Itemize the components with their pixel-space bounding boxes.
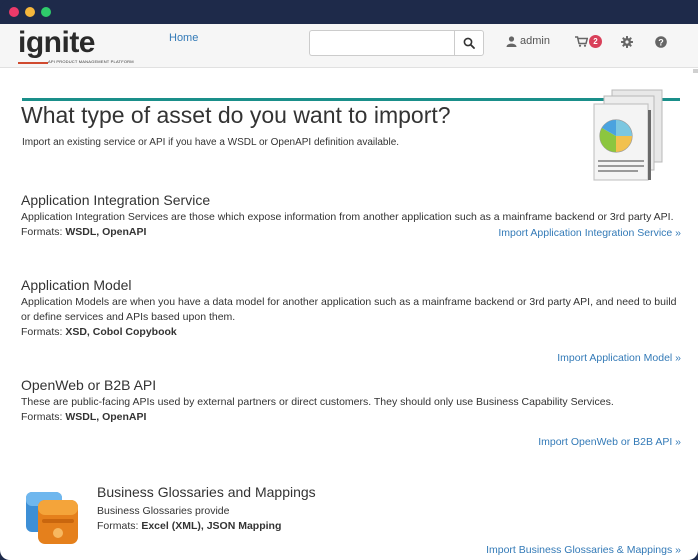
svg-text:?: ? bbox=[658, 37, 664, 47]
user-icon bbox=[506, 35, 517, 47]
section-title: OpenWeb or B2B API bbox=[21, 377, 157, 393]
search-button[interactable] bbox=[454, 30, 484, 56]
window-titlebar bbox=[0, 0, 698, 24]
section-business-glossaries-mappings: Business Glossaries and Mappings Busines… bbox=[97, 484, 681, 556]
section-application-model: Application Model Application Models are… bbox=[21, 277, 681, 364]
app-viewport: ignite API PRODUCT MANAGEMENT PLATFORM H… bbox=[0, 24, 698, 560]
page-title: What type of asset do you want to import… bbox=[21, 102, 451, 128]
section-description: Application Integration Services are tho… bbox=[21, 211, 674, 223]
top-navbar: ignite API PRODUCT MANAGEMENT PLATFORM H… bbox=[0, 24, 698, 68]
section-title: Business Glossaries and Mappings bbox=[97, 484, 316, 500]
help-icon: ? bbox=[655, 36, 667, 48]
cart-icon bbox=[575, 36, 588, 47]
import-application-model-link[interactable]: Import Application Model » bbox=[557, 352, 681, 364]
section-formats: Formats: Excel (XML), JSON Mapping bbox=[97, 519, 681, 534]
section-description: Application Models are when you have a d… bbox=[21, 296, 677, 323]
formats-label: Formats: bbox=[21, 326, 63, 338]
formats-label: Formats: bbox=[21, 411, 63, 423]
settings-button[interactable] bbox=[621, 35, 633, 53]
maximize-window-button[interactable] bbox=[41, 7, 51, 17]
import-page: What type of asset do you want to import… bbox=[0, 68, 698, 560]
user-menu[interactable]: admin bbox=[506, 35, 550, 47]
import-openweb-b2b-api-link[interactable]: Import OpenWeb or B2B API » bbox=[538, 436, 681, 448]
formats-label: Formats: bbox=[21, 226, 63, 238]
section-openweb-b2b-api: OpenWeb or B2B API These are public-faci… bbox=[21, 377, 681, 448]
section-title: Application Integration Service bbox=[21, 192, 211, 208]
search-icon bbox=[463, 37, 475, 49]
section-formats: Formats: WSDL, OpenAPI bbox=[21, 410, 681, 425]
glossary-database-illustration bbox=[26, 492, 78, 544]
page-subtitle: Import an existing service or API if you… bbox=[22, 137, 400, 148]
user-name: admin bbox=[520, 35, 550, 47]
logo-tagline: API PRODUCT MANAGEMENT PLATFORM bbox=[48, 59, 134, 64]
ignite-logo[interactable]: ignite API PRODUCT MANAGEMENT PLATFORM bbox=[18, 26, 134, 64]
section-description: Business Glossaries provide bbox=[97, 505, 230, 517]
formats-label: Formats: bbox=[97, 520, 139, 532]
nav-home-link[interactable]: Home bbox=[169, 32, 198, 44]
formats-value: WSDL, OpenAPI bbox=[65, 411, 147, 423]
formats-value: Excel (XML), JSON Mapping bbox=[141, 520, 282, 532]
gear-icon bbox=[621, 36, 633, 48]
logo-wordmark: ignite bbox=[18, 26, 96, 59]
minimize-window-button[interactable] bbox=[25, 7, 35, 17]
section-description: These are public-facing APIs used by ext… bbox=[21, 396, 614, 408]
import-application-integration-service-link[interactable]: Import Application Integration Service » bbox=[498, 227, 681, 239]
formats-value: WSDL, OpenAPI bbox=[65, 226, 147, 238]
cart-button[interactable]: 2 bbox=[575, 35, 602, 48]
browser-window: ignite API PRODUCT MANAGEMENT PLATFORM H… bbox=[0, 0, 698, 560]
import-business-glossaries-mappings-link[interactable]: Import Business Glossaries & Mappings » bbox=[486, 544, 681, 556]
help-button[interactable]: ? bbox=[655, 35, 667, 53]
import-documents-illustration bbox=[593, 89, 663, 181]
section-formats: Formats: XSD, Cobol Copybook bbox=[21, 325, 681, 340]
close-window-button[interactable] bbox=[9, 7, 19, 17]
section-title: Application Model bbox=[21, 277, 132, 293]
section-application-integration-service: Application Integration Service Applicat… bbox=[21, 192, 681, 240]
logo-accent-bar bbox=[18, 62, 48, 64]
cart-count-badge: 2 bbox=[589, 35, 602, 48]
formats-value: XSD, Cobol Copybook bbox=[65, 326, 177, 338]
search-input[interactable] bbox=[309, 30, 455, 56]
